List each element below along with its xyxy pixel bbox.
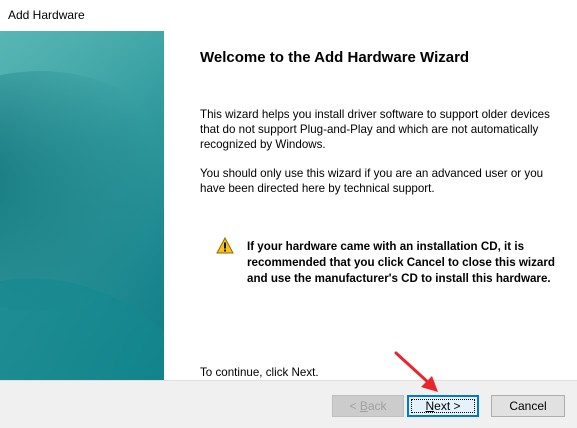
title-bar[interactable]: Add Hardware [0,0,577,31]
intro-paragraph: This wizard helps you install driver sof… [200,108,550,151]
back-accelerator: B [359,399,368,413]
warning-text: If your hardware came with an installati… [247,240,555,285]
continue-instruction: To continue, click Next. [200,366,319,379]
back-button[interactable]: < Back [332,395,404,417]
add-hardware-window: Add Hardware Welcome to the Add Hardware… [0,0,577,428]
warning-triangle-icon [216,237,234,254]
banner-graphic [0,31,164,380]
warning-notice: If your hardware came with an installati… [216,237,566,287]
advanced-user-paragraph: You should only use this wizard if you a… [200,167,544,195]
cancel-button[interactable]: Cancel [491,395,565,417]
wizard-heading: Welcome to the Add Hardware Wizard [200,49,470,66]
back-label-rest: ack [367,399,387,413]
next-label-rest: ext > [434,399,461,413]
wizard-button-bar: < Back Next > Cancel [0,380,577,428]
back-prefix: < [349,399,360,413]
next-accelerator: N [425,399,435,413]
next-button[interactable]: Next > [407,395,479,417]
wizard-side-banner [0,31,164,380]
window-title: Add Hardware [8,8,85,22]
wizard-content: Welcome to the Add Hardware Wizard This … [164,31,577,380]
